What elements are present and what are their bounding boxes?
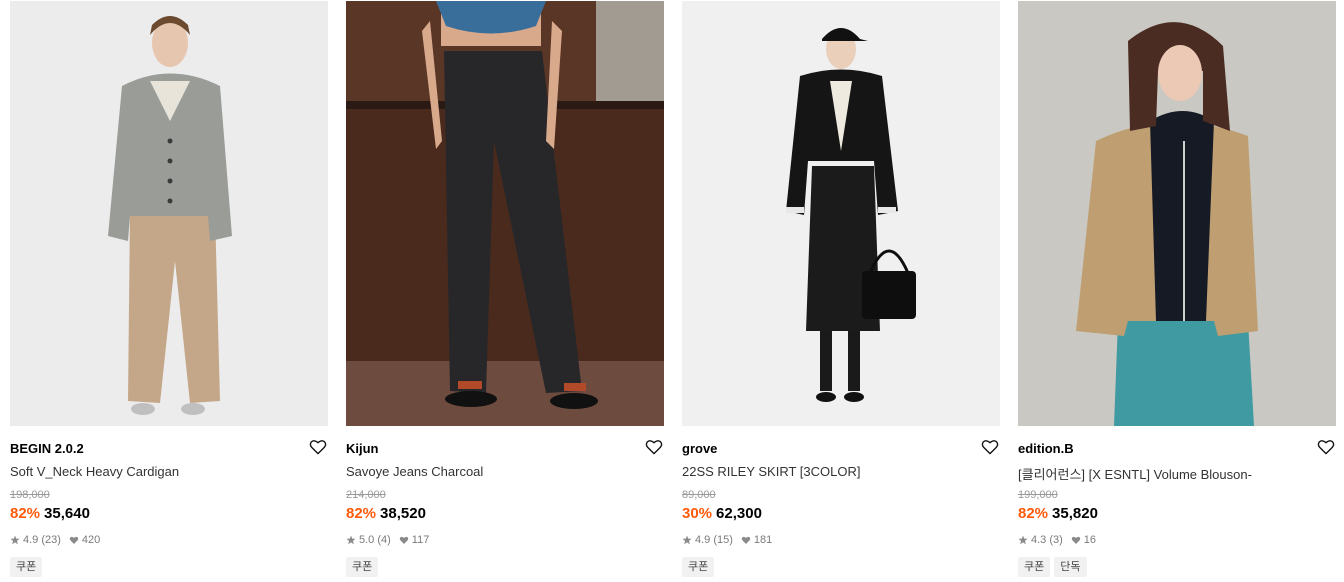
heart-filled-icon xyxy=(741,535,751,545)
product-image[interactable] xyxy=(10,1,328,426)
likes-count: 16 xyxy=(1083,534,1097,546)
original-price: 89,000 xyxy=(682,489,716,501)
product-card[interactable]: Kijun Savoye Jeans Charcoal 214,000 82% 3… xyxy=(346,0,664,582)
product-photo-cardigan xyxy=(10,1,328,426)
coupon-badge: 쿠폰 xyxy=(10,557,43,577)
star-icon xyxy=(1018,535,1028,545)
product-meta: 4.3 (3) 16 xyxy=(1018,534,1096,546)
badge-list: 쿠폰 xyxy=(682,557,715,577)
price-row: 82% 35,820 xyxy=(1018,505,1098,522)
heart-filled-icon xyxy=(69,535,79,545)
star-icon xyxy=(10,535,20,545)
sale-price: 62,300 xyxy=(716,505,762,522)
wishlist-heart-icon[interactable] xyxy=(309,438,327,456)
badge-list: 쿠폰 단독 xyxy=(1018,557,1087,577)
sale-price: 38,520 xyxy=(380,505,426,522)
discount-rate: 30% xyxy=(682,505,713,522)
product-photo-blouson xyxy=(1018,1,1336,426)
original-price: 214,000 xyxy=(346,489,386,501)
discount-rate: 82% xyxy=(346,505,377,522)
product-image[interactable] xyxy=(346,1,664,426)
rating-text: 4.9 (15) xyxy=(695,534,733,546)
heart-filled-icon xyxy=(1071,535,1081,545)
rating-text: 4.9 (23) xyxy=(23,534,61,546)
likes-count: 117 xyxy=(411,534,430,546)
product-meta: 5.0 (4) 117 xyxy=(346,534,429,546)
product-card[interactable]: edition.B [클리어런스] [X ESNTL] Volume Blous… xyxy=(1018,0,1336,582)
star-icon xyxy=(682,535,692,545)
star-icon xyxy=(346,535,356,545)
rating-text: 5.0 (4) xyxy=(359,534,391,546)
wishlist-heart-icon[interactable] xyxy=(645,438,663,456)
wishlist-heart-icon[interactable] xyxy=(981,438,999,456)
product-photo-skirt xyxy=(682,1,1000,426)
price-row: 30% 62,300 xyxy=(682,505,762,522)
discount-rate: 82% xyxy=(1018,505,1049,522)
product-image[interactable] xyxy=(682,1,1000,426)
heart-filled-icon xyxy=(399,535,409,545)
likes-count: 181 xyxy=(753,534,773,546)
coupon-badge: 쿠폰 xyxy=(682,557,715,577)
original-price: 199,000 xyxy=(1018,489,1058,501)
price-row: 82% 38,520 xyxy=(346,505,426,522)
product-photo-jeans xyxy=(346,1,664,426)
likes-count: 420 xyxy=(81,534,101,546)
sale-price: 35,820 xyxy=(1052,505,1098,522)
brand-name[interactable]: Kijun xyxy=(346,441,379,456)
badge-list: 쿠폰 xyxy=(346,557,379,577)
rating-text: 4.3 (3) xyxy=(1031,534,1063,546)
product-name[interactable]: Savoye Jeans Charcoal xyxy=(346,464,646,479)
product-meta: 4.9 (23) 420 xyxy=(10,534,100,546)
brand-name[interactable]: grove xyxy=(682,441,717,456)
brand-name[interactable]: BEGIN 2.0.2 xyxy=(10,441,84,456)
coupon-badge: 쿠폰 xyxy=(1018,557,1051,577)
discount-rate: 82% xyxy=(10,505,41,522)
product-name[interactable]: Soft V_Neck Heavy Cardigan xyxy=(10,464,310,479)
product-image[interactable] xyxy=(1018,1,1336,426)
badge-list: 쿠폰 xyxy=(10,557,43,577)
product-grid: BEGIN 2.0.2 Soft V_Neck Heavy Cardigan 1… xyxy=(0,0,1344,582)
wishlist-heart-icon[interactable] xyxy=(1317,438,1335,456)
sale-price: 35,640 xyxy=(44,505,90,522)
product-card[interactable]: BEGIN 2.0.2 Soft V_Neck Heavy Cardigan 1… xyxy=(10,0,328,582)
coupon-badge: 쿠폰 xyxy=(346,557,379,577)
product-meta: 4.9 (15) 181 xyxy=(682,534,772,546)
product-name[interactable]: [클리어런스] [X ESNTL] Volume Blouson- xyxy=(1018,464,1318,483)
product-card[interactable]: grove 22SS RILEY SKIRT [3COLOR] 89,000 3… xyxy=(682,0,1000,582)
exclusive-badge: 단독 xyxy=(1054,557,1087,577)
brand-name[interactable]: edition.B xyxy=(1018,441,1074,456)
product-name[interactable]: 22SS RILEY SKIRT [3COLOR] xyxy=(682,464,982,479)
original-price: 198,000 xyxy=(10,489,50,501)
price-row: 82% 35,640 xyxy=(10,505,90,522)
